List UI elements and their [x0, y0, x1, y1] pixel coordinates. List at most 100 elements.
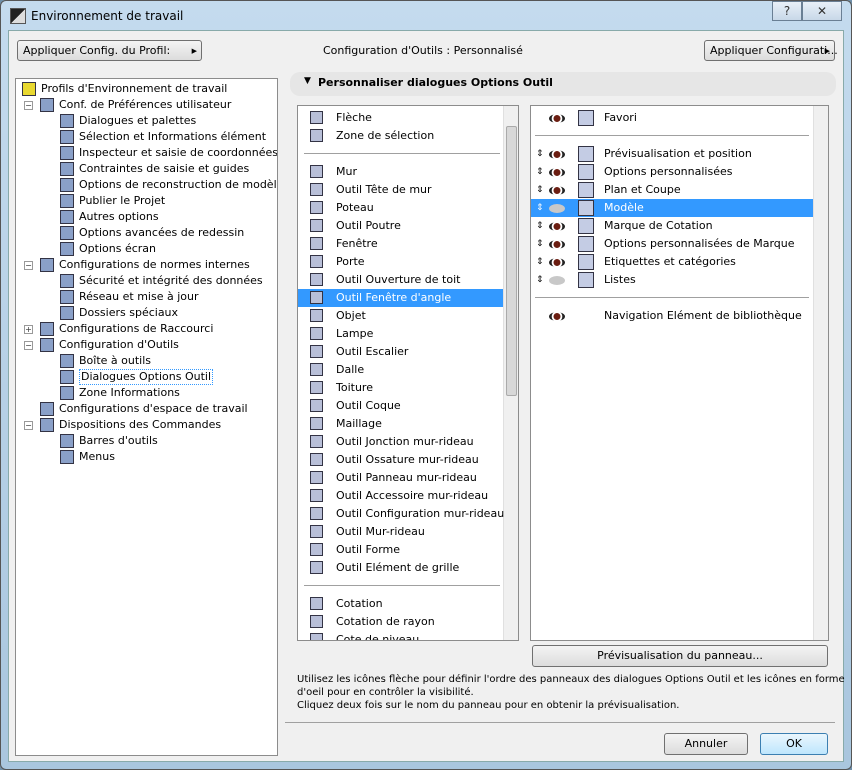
eye-hidden-icon[interactable] [549, 204, 565, 213]
panel-item[interactable]: ⇕ Prévisualisation et position [531, 145, 813, 163]
tree-item[interactable]: + Configurations de Raccourci [16, 321, 276, 337]
tree-item[interactable]: Options de reconstruction de modèle [16, 177, 277, 193]
tool-item[interactable]: Outil Poutre [298, 217, 503, 235]
tool-item[interactable]: Objet [298, 307, 503, 325]
tool-item[interactable]: Outil Fenêtre d'angle [298, 289, 503, 307]
tool-item[interactable]: Outil Elément de grille [298, 559, 503, 577]
tool-item[interactable]: Zone de sélection [298, 127, 503, 145]
preview-panel-button[interactable]: Prévisualisation du panneau... [532, 645, 828, 667]
eye-icon[interactable] [549, 222, 565, 231]
tool-item[interactable]: Cote de niveau [298, 631, 503, 640]
tool-item[interactable]: Outil Forme [298, 541, 503, 559]
tool-item[interactable]: Porte [298, 253, 503, 271]
tool-item[interactable]: Outil Tête de mur [298, 181, 503, 199]
apply-profile-button[interactable]: Appliquer Config. du Profil: ▶ [17, 40, 202, 61]
tree-item[interactable]: − Configuration d'Outils [16, 337, 276, 353]
eye-icon[interactable] [549, 258, 565, 267]
tree-item[interactable]: Dialogues Options Outil [16, 369, 276, 385]
tree-item[interactable]: Publier le Projet [16, 193, 276, 209]
tool-label: Outil Poutre [336, 219, 401, 232]
tool-item[interactable]: Outil Configuration mur-rideau [298, 505, 504, 523]
expand-toggle-icon[interactable]: − [24, 421, 33, 430]
reorder-arrows-icon[interactable]: ⇕ [536, 145, 544, 163]
tool-item[interactable]: Poteau [298, 199, 503, 217]
tree-item[interactable]: Dossiers spéciaux [16, 305, 276, 321]
eye-icon[interactable] [549, 240, 565, 249]
tool-item[interactable]: Maillage [298, 415, 503, 433]
apply-config-button[interactable]: Appliquer Configurati... ▶ [704, 40, 838, 61]
panel-list-scrollbar[interactable] [813, 106, 828, 640]
tool-item[interactable]: Dalle [298, 361, 503, 379]
tool-item[interactable]: Outil Accessoire mur-rideau [298, 487, 503, 505]
reorder-arrows-icon[interactable]: ⇕ [536, 217, 544, 235]
section-header[interactable]: ▼ Personnaliser dialogues Options Outil [290, 72, 836, 96]
eye-hidden-icon[interactable] [549, 276, 565, 285]
expand-toggle-icon[interactable]: − [24, 101, 33, 110]
reorder-arrows-icon[interactable]: ⇕ [536, 181, 544, 199]
expand-toggle-icon[interactable]: − [24, 341, 33, 350]
panel-list[interactable]: Favori ⇕ Prévisualisation et position ⇕ Opti… [530, 105, 829, 641]
panel-item[interactable]: ⇕ Options personnalisées de Marque [531, 235, 813, 253]
reorder-arrows-icon[interactable]: ⇕ [536, 271, 544, 289]
tree-item[interactable]: Zone Informations [16, 385, 276, 401]
tree-item[interactable]: Inspecteur et saisie de coordonnées [16, 145, 277, 161]
cancel-button[interactable]: Annuler [664, 733, 748, 755]
tool-item[interactable]: Flèche [298, 109, 503, 127]
tree-item[interactable]: Autres options [16, 209, 276, 225]
tool-item[interactable]: Outil Panneau mur-rideau [298, 469, 503, 487]
tool-item[interactable]: Lampe [298, 325, 503, 343]
tree-item[interactable]: Menus [16, 449, 276, 465]
eye-icon[interactable] [549, 168, 565, 177]
tree-item[interactable]: − Dispositions des Commandes [16, 417, 276, 433]
expand-toggle-icon[interactable]: − [24, 261, 33, 270]
tool-item[interactable]: Mur [298, 163, 503, 181]
reorder-arrows-icon[interactable]: ⇕ [536, 163, 544, 181]
tree-item[interactable]: Options écran [16, 241, 276, 257]
tree-item[interactable]: Réseau et mise à jour [16, 289, 276, 305]
eye-icon[interactable] [549, 186, 565, 195]
tool-item[interactable]: Outil Mur-rideau [298, 523, 503, 541]
help-button[interactable]: ? [772, 1, 802, 21]
panel-item[interactable]: ⇕ Marque de Cotation [531, 217, 813, 235]
settings-tree[interactable]: Profils d'Environnement de travail − Conf.… [15, 78, 278, 756]
tree-item[interactable]: Sécurité et intégrité des données [16, 273, 276, 289]
eye-icon[interactable] [549, 150, 565, 159]
panel-item[interactable]: ⇕ Plan et Coupe [531, 181, 813, 199]
tool-item[interactable]: Outil Coque [298, 397, 503, 415]
tree-item[interactable]: Profils d'Environnement de travail [16, 81, 276, 97]
tree-item[interactable]: Options avancées de redessin [16, 225, 276, 241]
eye-icon[interactable] [549, 114, 565, 123]
panel-item[interactable]: Favori [531, 109, 813, 127]
tree-item[interactable]: Configurations d'espace de travail [16, 401, 276, 417]
tree-item[interactable]: − Conf. de Préférences utilisateur [16, 97, 276, 113]
scrollbar-thumb[interactable] [506, 126, 517, 396]
panel-item[interactable]: ⇕ Listes [531, 271, 813, 289]
eye-icon[interactable] [549, 312, 565, 321]
tool-item[interactable]: Cotation [298, 595, 503, 613]
ok-button[interactable]: OK [760, 733, 828, 755]
tool-item[interactable]: Cotation de rayon [298, 613, 503, 631]
tool-list[interactable]: Flèche Zone de sélection Mur Outil Tête de … [297, 105, 519, 641]
tree-item[interactable]: − Configurations de normes internes [16, 257, 276, 273]
panel-item[interactable]: ⇕ Etiquettes et catégories [531, 253, 813, 271]
tree-item[interactable]: Boîte à outils [16, 353, 276, 369]
panel-item[interactable]: ⇕ Options personnalisées [531, 163, 813, 181]
tool-item[interactable]: Fenêtre [298, 235, 503, 253]
panel-item[interactable]: Navigation Elément de bibliothèque [531, 307, 813, 325]
tree-item[interactable]: Contraintes de saisie et guides [16, 161, 276, 177]
tool-item[interactable]: Toiture [298, 379, 503, 397]
tool-item[interactable]: Outil Jonction mur-rideau [298, 433, 503, 451]
reorder-arrows-icon[interactable]: ⇕ [536, 199, 544, 217]
tool-item[interactable]: Outil Ouverture de toit [298, 271, 503, 289]
tree-item[interactable]: Sélection et Informations élément [16, 129, 276, 145]
tool-list-scrollbar[interactable] [503, 106, 518, 640]
close-button[interactable]: ✕ [802, 1, 842, 21]
tool-item[interactable]: Outil Ossature mur-rideau [298, 451, 503, 469]
tree-item[interactable]: Dialogues et palettes [16, 113, 276, 129]
tool-item[interactable]: Outil Escalier [298, 343, 503, 361]
reorder-arrows-icon[interactable]: ⇕ [536, 235, 544, 253]
tree-item[interactable]: Barres d'outils [16, 433, 276, 449]
reorder-arrows-icon[interactable]: ⇕ [536, 253, 544, 271]
panel-item[interactable]: ⇕ Modèle [531, 199, 813, 217]
expand-toggle-icon[interactable]: + [24, 325, 33, 334]
